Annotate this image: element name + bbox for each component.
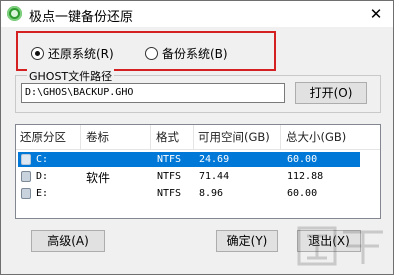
column-divider: [193, 125, 194, 149]
ok-button[interactable]: 确定(Y): [216, 230, 278, 252]
open-button[interactable]: 打开(O): [295, 82, 367, 104]
table-row[interactable]: E: NTFS 8.96 60.00: [18, 186, 360, 201]
disk-icon: [21, 188, 31, 199]
format-cell: NTFS: [157, 171, 182, 182]
column-header-total-size[interactable]: 总大小(GB): [286, 129, 346, 145]
label-cell: 软件: [86, 171, 111, 185]
restore-system-radio[interactable]: 还原系统(R): [31, 45, 114, 61]
app-icon: [7, 6, 22, 21]
restore-system-label: 还原系统(R): [48, 46, 114, 61]
column-divider: [80, 125, 81, 149]
column-header-volume-label[interactable]: 卷标: [86, 129, 109, 145]
drive-cell: D:: [36, 171, 49, 182]
column-header-format[interactable]: 格式: [156, 129, 179, 145]
total-cell: 60.00: [287, 154, 318, 165]
column-divider: [280, 125, 281, 149]
backup-system-radio[interactable]: 备份系统(B): [145, 45, 228, 61]
main-window: 极点一键备份还原 ✕ 还原系统(R) 备份系统(B) GHOST文件路径 D:\…: [0, 0, 394, 275]
free-cell: 71.44: [199, 171, 230, 182]
ghost-path-input[interactable]: D:\GHOS\BACKUP.GHO: [21, 83, 285, 103]
ghost-path-label: GHOST文件路径: [27, 68, 115, 84]
table-row[interactable]: D: 软件 NTFS 71.44 112.88: [18, 169, 360, 185]
radio-checked-icon: [31, 46, 44, 60]
radio-unchecked-icon: [145, 46, 158, 60]
free-cell: 24.69: [199, 154, 230, 165]
table-row[interactable]: C: NTFS 24.69 60.00: [18, 152, 360, 167]
mode-selection-highlight: 还原系统(R) 备份系统(B): [16, 31, 276, 71]
format-cell: NTFS: [157, 154, 182, 165]
column-divider: [150, 125, 151, 149]
partition-table[interactable]: 还原分区 卷标 格式 可用空间(GB) 总大小(GB) C: NTFS 24.6…: [15, 124, 381, 219]
table-header: 还原分区 卷标 格式 可用空间(GB) 总大小(GB): [16, 125, 380, 150]
backup-system-label: 备份系统(B): [162, 46, 228, 61]
title-bar: 极点一键备份还原 ✕: [1, 1, 393, 27]
free-cell: 8.96: [199, 188, 224, 199]
total-cell: 60.00: [287, 188, 318, 199]
format-cell: NTFS: [157, 188, 182, 199]
drive-cell: E:: [36, 188, 49, 199]
window-title: 极点一键备份还原: [29, 10, 134, 25]
advanced-button[interactable]: 高级(A): [31, 230, 105, 252]
disk-icon: [21, 171, 31, 182]
total-cell: 112.88: [287, 171, 324, 182]
column-header-free-space[interactable]: 可用空间(GB): [198, 129, 270, 145]
disk-icon: [21, 154, 31, 165]
column-header-restore-partition[interactable]: 还原分区: [20, 129, 66, 145]
close-button[interactable]: ✕: [359, 1, 393, 27]
drive-cell: C:: [36, 154, 49, 165]
exit-button[interactable]: 退出(X): [297, 230, 361, 252]
